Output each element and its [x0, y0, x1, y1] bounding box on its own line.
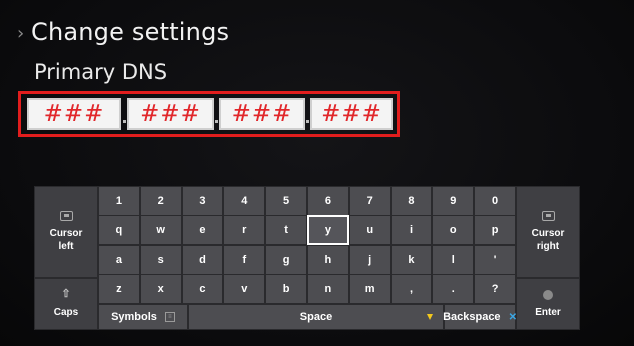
- dns-octet-1-value: ###: [43, 101, 105, 127]
- key[interactable]: 4: [223, 186, 266, 216]
- key[interactable]: 7: [348, 186, 391, 216]
- enter-label: Enter: [535, 306, 561, 318]
- space-key[interactable]: Space: [188, 304, 444, 330]
- key[interactable]: h: [307, 245, 349, 275]
- symbols-key[interactable]: Symbols ≡: [98, 304, 188, 330]
- left-bumper-icon: [59, 211, 73, 221]
- key[interactable]: t: [265, 215, 307, 245]
- cursor-left-label: Cursor left: [49, 228, 83, 252]
- dns-octet-4-value: ###: [321, 101, 382, 127]
- key[interactable]: e: [181, 215, 224, 245]
- key[interactable]: n: [307, 274, 349, 304]
- key[interactable]: r: [223, 215, 266, 245]
- key[interactable]: ?: [474, 274, 516, 304]
- dns-separator: [215, 120, 218, 123]
- key[interactable]: ,: [390, 274, 433, 304]
- key[interactable]: 9: [432, 186, 475, 216]
- backspace-label: Backspace: [443, 311, 501, 323]
- key[interactable]: k: [390, 245, 433, 275]
- right-bumper-icon: [541, 211, 555, 221]
- key[interactable]: 1: [98, 186, 140, 216]
- caps-icon: ⇧: [61, 288, 71, 300]
- key[interactable]: .: [432, 274, 475, 304]
- key[interactable]: j: [348, 245, 391, 275]
- key[interactable]: s: [139, 245, 182, 275]
- key[interactable]: b: [265, 274, 307, 304]
- key[interactable]: i: [390, 215, 433, 245]
- key[interactable]: d: [181, 245, 224, 275]
- key[interactable]: p: [474, 215, 516, 245]
- back-chevron-icon[interactable]: ›: [17, 25, 24, 43]
- cursor-right-key[interactable]: Cursor right: [516, 186, 580, 278]
- key[interactable]: o: [432, 215, 475, 245]
- dns-octet-3-field[interactable]: ###: [219, 98, 305, 130]
- key[interactable]: ': [474, 245, 516, 275]
- enter-key[interactable]: Enter: [516, 278, 580, 330]
- key[interactable]: m: [348, 274, 391, 304]
- key[interactable]: 3: [181, 186, 224, 216]
- symbols-label: Symbols: [111, 311, 157, 323]
- dns-separator: [123, 120, 126, 123]
- key[interactable]: 5: [265, 186, 307, 216]
- y-button-icon: [427, 314, 433, 320]
- key[interactable]: 2: [139, 186, 182, 216]
- dns-octet-2-value: ###: [140, 101, 201, 127]
- backspace-key[interactable]: Backspace ✕: [443, 304, 517, 330]
- key[interactable]: c: [181, 274, 224, 304]
- dns-octet-3-value: ###: [231, 101, 293, 127]
- key[interactable]: w: [139, 215, 182, 245]
- key[interactable]: z: [98, 274, 140, 304]
- page-title: Change settings: [31, 18, 230, 46]
- key[interactable]: g: [265, 245, 307, 275]
- key[interactable]: 0: [474, 186, 516, 216]
- cursor-left-key[interactable]: Cursor left: [34, 186, 98, 278]
- key[interactable]: l: [432, 245, 475, 275]
- field-label: Primary DNS: [34, 60, 168, 84]
- dns-separator: [306, 120, 309, 123]
- key[interactable]: f: [223, 245, 266, 275]
- key-selected[interactable]: y: [307, 215, 349, 245]
- key[interactable]: 8: [390, 186, 433, 216]
- dns-octet-1-field[interactable]: ###: [27, 98, 121, 130]
- x-button-icon: ✕: [508, 311, 517, 323]
- key[interactable]: u: [348, 215, 391, 245]
- dns-octet-2-field[interactable]: ###: [127, 98, 214, 130]
- caps-label: Caps: [53, 307, 79, 318]
- space-label: Space: [299, 311, 333, 323]
- key[interactable]: a: [98, 245, 140, 275]
- cursor-right-label: Cursor right: [531, 228, 565, 252]
- key[interactable]: 6: [307, 186, 349, 216]
- caps-key[interactable]: ⇧ Caps: [34, 278, 98, 330]
- on-screen-keyboard: Cursor left ⇧ Caps Cursor right Enter Sy…: [34, 186, 580, 330]
- key[interactable]: v: [223, 274, 266, 304]
- key[interactable]: q: [98, 215, 140, 245]
- view-button-icon: ≡: [164, 312, 175, 322]
- key[interactable]: x: [139, 274, 182, 304]
- dns-octet-4-field[interactable]: ###: [310, 98, 393, 130]
- menu-button-icon: [543, 289, 553, 300]
